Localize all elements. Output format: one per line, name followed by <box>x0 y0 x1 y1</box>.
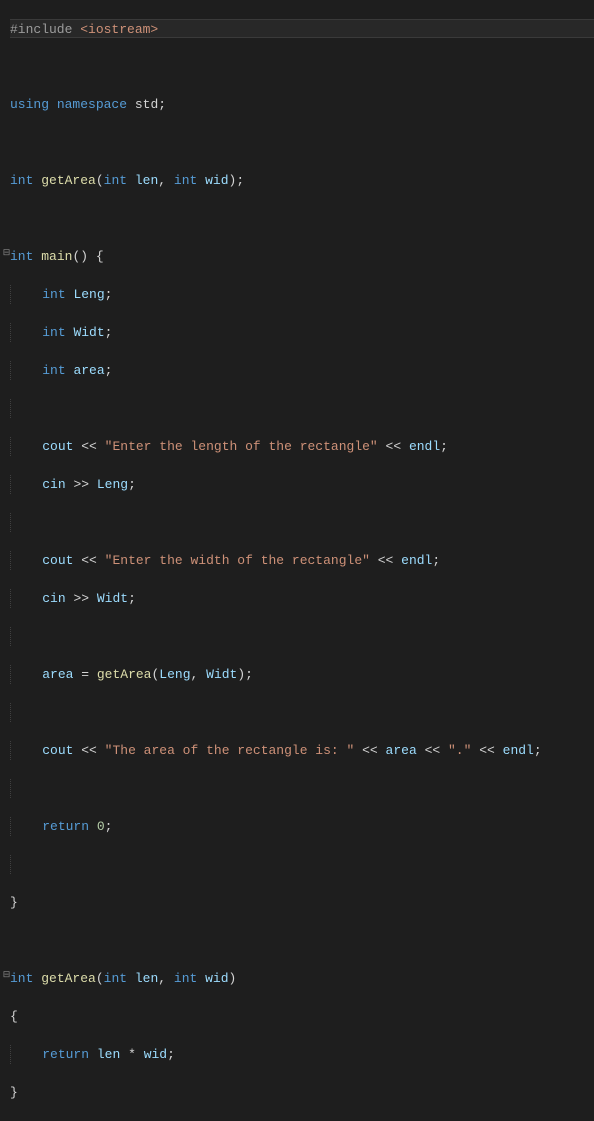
code-line[interactable]: cout << "The area of the rectangle is: "… <box>10 741 594 760</box>
code-line[interactable] <box>10 399 594 418</box>
namespace-std: std <box>135 97 158 112</box>
endl: endl <box>409 439 440 454</box>
fold-collapse-icon[interactable]: ⊟ <box>2 971 11 980</box>
preprocessor-directive: #include <box>10 22 80 37</box>
code-line[interactable] <box>10 931 594 950</box>
code-line[interactable]: return 0; <box>10 817 594 836</box>
code-line[interactable]: } <box>10 893 594 912</box>
string-literal: "." <box>448 743 471 758</box>
code-line[interactable] <box>10 133 594 152</box>
keyword-namespace: namespace <box>57 97 127 112</box>
string-literal: "The area of the rectangle is: " <box>105 743 355 758</box>
string-literal: "Enter the width of the rectangle" <box>105 553 370 568</box>
code-line[interactable]: ⊟int getArea(int len, int wid) <box>10 969 594 988</box>
code-line[interactable]: #include <iostream> <box>10 19 594 38</box>
code-line[interactable]: { <box>10 1007 594 1026</box>
code-line[interactable]: cin >> Leng; <box>10 475 594 494</box>
code-line[interactable]: int area; <box>10 361 594 380</box>
string-literal: "Enter the length of the rectangle" <box>105 439 378 454</box>
param-wid: wid <box>205 173 228 188</box>
code-line[interactable]: return len * wid; <box>10 1045 594 1064</box>
code-line[interactable]: cin >> Widt; <box>10 589 594 608</box>
code-line[interactable]: int Leng; <box>10 285 594 304</box>
keyword-using: using <box>10 97 49 112</box>
code-line[interactable] <box>10 779 594 798</box>
code-editor[interactable]: #include <iostream> using namespace std;… <box>0 0 594 1121</box>
code-line[interactable] <box>10 57 594 76</box>
func-main: main <box>41 249 72 264</box>
code-line[interactable] <box>10 855 594 874</box>
code-line[interactable]: cout << "Enter the width of the rectangl… <box>10 551 594 570</box>
var-Leng: Leng <box>73 287 104 302</box>
param-len: len <box>135 173 158 188</box>
keyword-return: return <box>42 819 89 834</box>
func-getArea: getArea <box>41 173 96 188</box>
code-line[interactable]: area = getArea(Leng, Widt); <box>10 665 594 684</box>
type-int: int <box>10 173 33 188</box>
code-line[interactable]: using namespace std; <box>10 95 594 114</box>
code-line[interactable]: cout << "Enter the length of the rectang… <box>10 437 594 456</box>
cout: cout <box>42 439 73 454</box>
code-line[interactable] <box>10 209 594 228</box>
code-line[interactable]: int getArea(int len, int wid); <box>10 171 594 190</box>
cin: cin <box>42 477 65 492</box>
code-line[interactable]: } <box>10 1083 594 1102</box>
code-line[interactable]: int Widt; <box>10 323 594 342</box>
code-line[interactable] <box>10 513 594 532</box>
fold-collapse-icon[interactable]: ⊟ <box>2 249 11 258</box>
code-line[interactable] <box>10 703 594 722</box>
code-line[interactable] <box>10 627 594 646</box>
var-area: area <box>73 363 104 378</box>
code-line[interactable]: ⊟int main() { <box>10 247 594 266</box>
number-literal: 0 <box>97 819 105 834</box>
var-Widt: Widt <box>73 325 104 340</box>
include-header: <iostream> <box>80 22 158 37</box>
